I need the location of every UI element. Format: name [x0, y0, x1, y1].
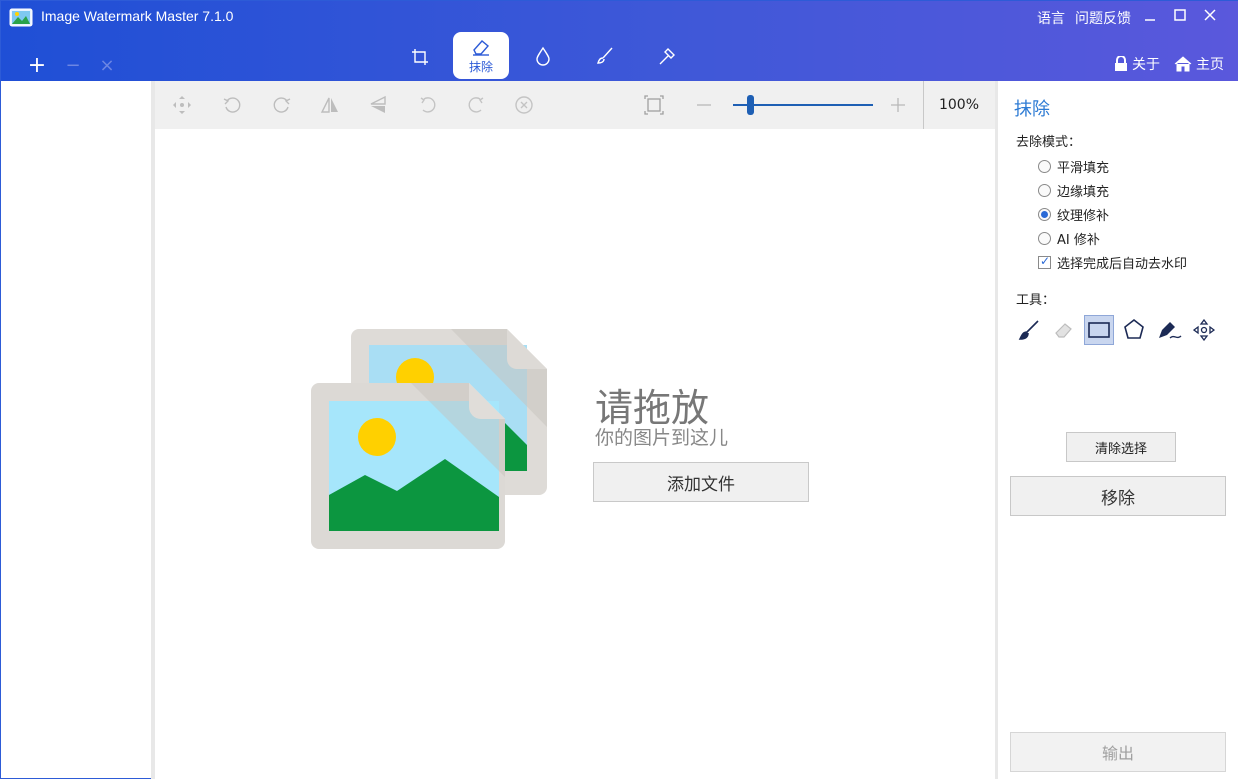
radio-button[interactable] — [1038, 232, 1051, 245]
app-logo-icon — [9, 8, 33, 27]
zoom-value: 100% — [938, 97, 980, 113]
polygon-select-icon — [1124, 318, 1144, 339]
move-tool[interactable] — [1189, 315, 1219, 345]
tab-watermark[interactable] — [515, 32, 571, 79]
mode-ai-repair[interactable]: AI 修补 — [1038, 229, 1100, 248]
close-icon — [1204, 9, 1216, 21]
mode-label-text: AI 修补 — [1057, 233, 1100, 248]
brush-tool[interactable] — [1014, 315, 1044, 345]
canvas-area[interactable]: 100% 请拖放 你的图片到这儿 添加文件 — [155, 81, 997, 779]
tab-crop[interactable] — [392, 32, 448, 79]
drop-subtitle: 你的图片到这儿 — [595, 427, 729, 449]
minus-icon — [697, 104, 711, 106]
auto-remove-option[interactable]: 选择完成后自动去水印 — [1038, 253, 1187, 272]
redo-icon — [468, 97, 484, 113]
mode-label-text: 纹理修补 — [1057, 209, 1110, 224]
mode-label-text: 边缘填充 — [1057, 185, 1110, 200]
mode-label: 去除模式： — [1016, 135, 1082, 150]
undo-icon — [420, 97, 436, 113]
maximize-button[interactable] — [1167, 7, 1193, 29]
add-file-button[interactable]: 添加文件 — [593, 462, 809, 502]
flip-horizontal-icon — [320, 97, 338, 113]
fit-screen-icon — [644, 95, 664, 115]
close-button[interactable] — [1197, 7, 1223, 29]
about-label: 关于 — [1132, 57, 1160, 73]
brush-icon — [597, 47, 613, 64]
app-title: Image Watermark Master 7.1.0 — [41, 8, 234, 24]
pen-icon — [1159, 322, 1182, 339]
pan-button[interactable] — [159, 81, 205, 129]
magic-wand-icon — [659, 48, 675, 65]
image-toolbar: 100% — [155, 81, 997, 129]
flip-vertical-icon — [370, 95, 386, 113]
eraser-icon — [1055, 323, 1072, 338]
minimize-button[interactable] — [1137, 7, 1163, 29]
rotate-left-icon — [223, 97, 241, 113]
home-link[interactable]: 主页 — [1174, 54, 1224, 74]
pen-select-tool[interactable] — [1154, 315, 1184, 345]
auto-remove-checkbox[interactable] — [1038, 254, 1051, 269]
eraser-tool[interactable] — [1049, 315, 1079, 345]
erase-settings-panel: 抹除 去除模式： 平滑填充 边缘填充 纹理修补 AI 修补 选择完成后自动去水印… — [998, 81, 1238, 779]
undo-button[interactable] — [405, 81, 451, 129]
eraser-icon — [473, 40, 489, 56]
crop-icon — [412, 49, 428, 65]
radio-button[interactable] — [1038, 160, 1051, 173]
rectangle-select-tool[interactable] — [1084, 315, 1114, 345]
language-menu[interactable]: 语言 — [1037, 8, 1065, 28]
move-icon — [1193, 319, 1215, 341]
move-icon — [173, 96, 191, 114]
home-label: 主页 — [1196, 57, 1224, 73]
cancel-circle-icon — [515, 96, 533, 114]
polygon-select-tool[interactable] — [1119, 315, 1149, 345]
lock-icon — [1115, 56, 1127, 71]
home-icon — [1174, 56, 1192, 72]
brush-icon — [1018, 320, 1039, 340]
radio-button[interactable] — [1038, 184, 1051, 197]
rotate-right-button[interactable] — [259, 81, 305, 129]
radio-button-selected[interactable] — [1038, 208, 1051, 221]
rectangle-select-icon — [1088, 322, 1110, 338]
tools-label: 工具： — [1016, 293, 1056, 308]
tab-erase-label: 抹除 — [468, 60, 493, 74]
mode-texture-repair[interactable]: 纹理修补 — [1038, 205, 1109, 224]
auto-remove-label: 选择完成后自动去水印 — [1057, 257, 1188, 272]
zoom-in-button[interactable] — [875, 81, 921, 129]
mode-label-text: 平滑填充 — [1057, 161, 1110, 176]
drop-icon — [536, 46, 550, 66]
tab-brush[interactable] — [577, 32, 633, 79]
tab-erase[interactable]: 抹除 — [453, 32, 509, 79]
clear-selection-button[interactable]: 清除选择 — [1066, 432, 1176, 462]
toolbar-divider — [923, 81, 924, 129]
about-link[interactable]: 关于 — [1114, 54, 1160, 74]
photos-illustration-icon — [311, 329, 547, 549]
plus-icon — [891, 98, 905, 112]
tab-magic[interactable] — [639, 32, 695, 79]
clear-files-button[interactable]: × — [95, 55, 119, 76]
fit-to-window-button[interactable] — [631, 81, 677, 129]
export-button[interactable]: 输出 — [1010, 732, 1226, 772]
zoom-out-button[interactable] — [681, 81, 727, 129]
flip-vertical-button[interactable] — [355, 81, 401, 129]
add-file-icon-button[interactable]: + — [25, 53, 49, 78]
title-bar: Image Watermark Master 7.1.0 语言 问题反馈 + −… — [1, 1, 1238, 81]
redo-button[interactable] — [453, 81, 499, 129]
flip-horizontal-button[interactable] — [307, 81, 353, 129]
panel-title: 抹除 — [1014, 99, 1050, 120]
remove-button[interactable]: 移除 — [1010, 476, 1226, 516]
remove-file-button[interactable]: − — [61, 55, 85, 76]
zoom-slider-thumb[interactable] — [747, 95, 754, 115]
rotate-left-button[interactable] — [209, 81, 255, 129]
reset-button[interactable] — [501, 81, 547, 129]
mode-smooth-fill[interactable]: 平滑填充 — [1038, 157, 1109, 176]
feedback-menu[interactable]: 问题反馈 — [1075, 8, 1131, 28]
zoom-slider-track[interactable] — [733, 104, 873, 106]
minimize-icon — [1145, 19, 1155, 21]
app-window: Image Watermark Master 7.1.0 语言 问题反馈 + −… — [0, 0, 1238, 779]
maximize-icon — [1174, 9, 1186, 21]
mode-edge-fill[interactable]: 边缘填充 — [1038, 181, 1109, 200]
rotate-right-icon — [273, 97, 291, 113]
